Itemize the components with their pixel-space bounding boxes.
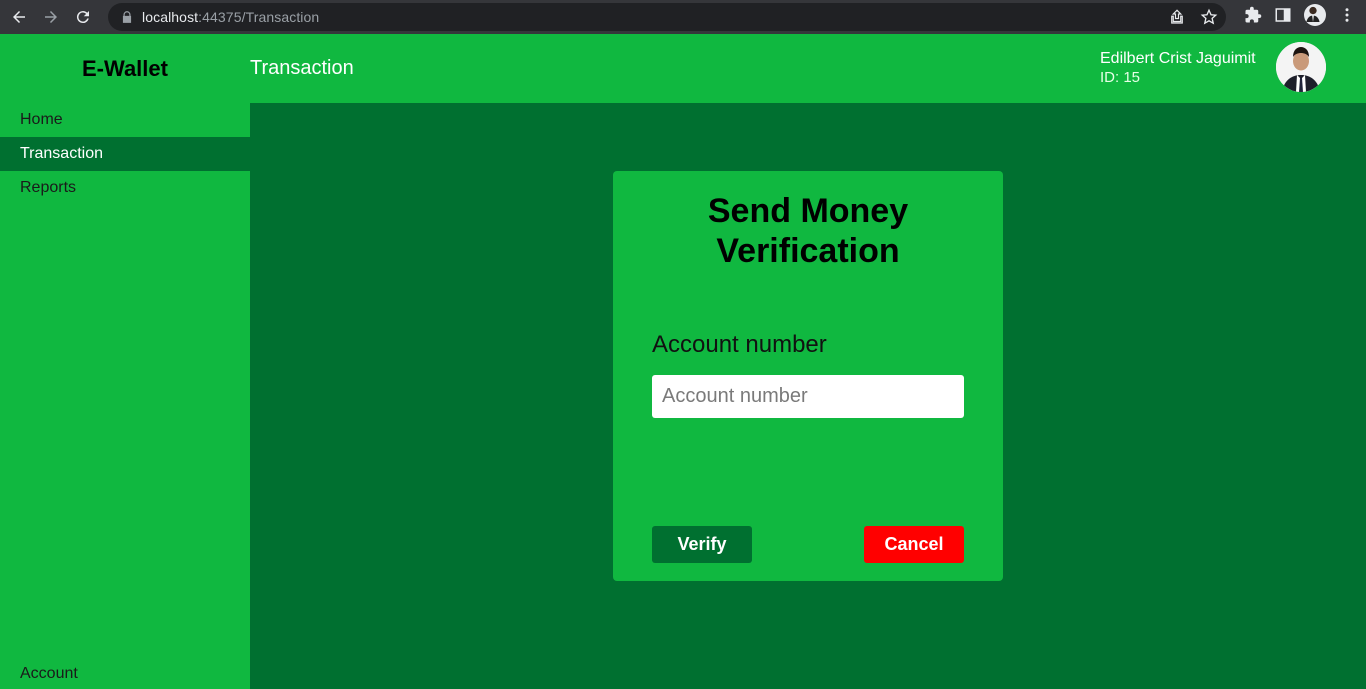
card-title: Send Money Verification xyxy=(613,191,1003,271)
app-header: E-Wallet Transaction Edilbert Crist Jagu… xyxy=(0,34,1366,103)
share-icon[interactable] xyxy=(1168,8,1186,26)
reload-icon[interactable] xyxy=(70,4,96,30)
address-bar[interactable]: localhost:44375/Transaction xyxy=(108,3,1226,31)
browser-toolbar: localhost:44375/Transaction xyxy=(0,0,1366,34)
user-name: Edilbert Crist Jaguimit xyxy=(1100,50,1256,67)
profile-avatar-icon[interactable] xyxy=(1304,4,1326,26)
bookmark-star-icon[interactable] xyxy=(1200,8,1218,26)
account-number-label: Account number xyxy=(652,331,827,358)
sidebar-item-home[interactable]: Home xyxy=(0,103,250,137)
sidebar: Home Transaction Reports Account xyxy=(0,103,250,689)
menu-kebab-icon[interactable] xyxy=(1338,6,1356,24)
sidebar-item-reports[interactable]: Reports xyxy=(0,171,250,205)
sidebar-item-account[interactable]: Account xyxy=(20,665,78,683)
send-money-verification-card: Send Money Verification Account number V… xyxy=(613,171,1003,581)
extensions-icon[interactable] xyxy=(1244,6,1262,24)
user-id: ID: 15 xyxy=(1100,69,1141,86)
user-avatar[interactable] xyxy=(1276,42,1326,92)
lock-icon xyxy=(122,11,132,23)
page-title: Transaction xyxy=(250,57,354,79)
verify-button[interactable]: Verify xyxy=(652,526,752,563)
sidebar-item-transaction[interactable]: Transaction xyxy=(0,137,250,171)
cancel-button[interactable]: Cancel xyxy=(864,526,964,563)
card-title-line-1: Send Money xyxy=(707,192,909,230)
forward-icon[interactable] xyxy=(38,4,64,30)
account-number-input[interactable] xyxy=(652,375,964,418)
url-text: localhost:44375/Transaction xyxy=(142,9,320,25)
brand-logo-text[interactable]: E-Wallet xyxy=(0,34,250,103)
card-title-line-2: Verification xyxy=(716,232,900,270)
side-panel-icon[interactable] xyxy=(1274,6,1292,24)
back-icon[interactable] xyxy=(6,4,32,30)
